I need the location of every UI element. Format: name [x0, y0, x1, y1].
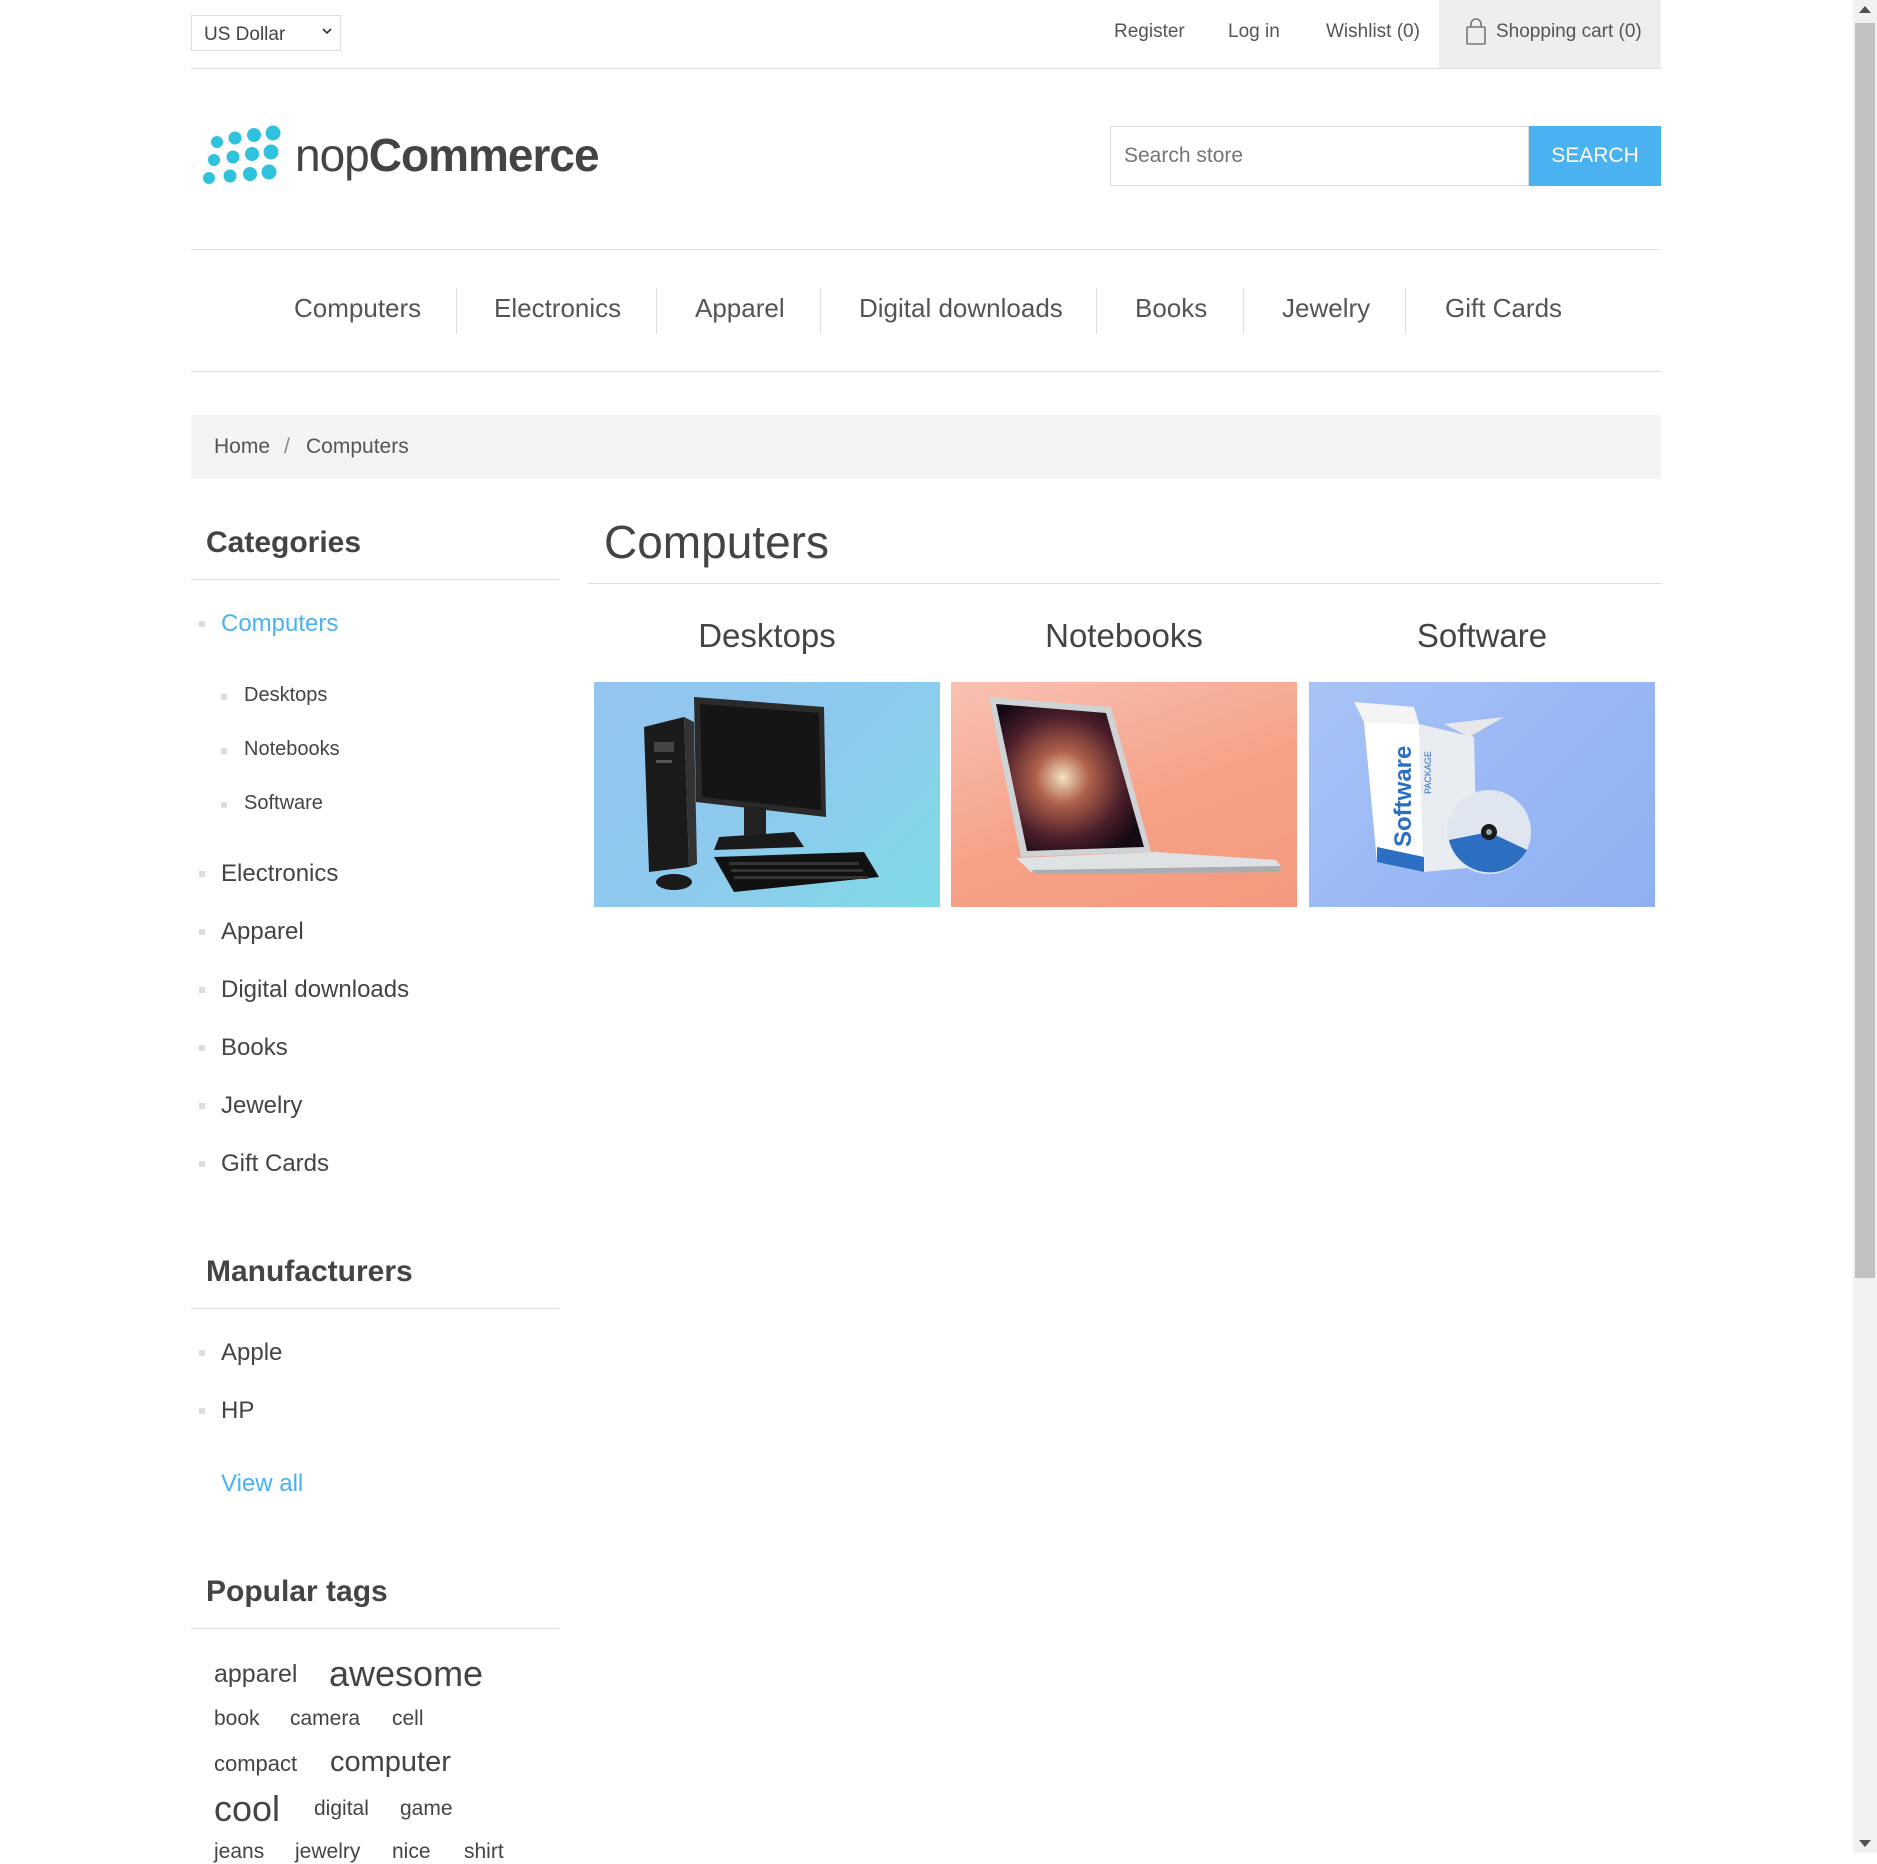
top-menu-apparel[interactable]: Apparel [695, 293, 785, 324]
top-menu-gift-cards[interactable]: Gift Cards [1445, 293, 1562, 324]
bullet [199, 1161, 205, 1167]
scroll-down-arrow-icon[interactable] [1859, 1840, 1871, 1847]
tag-jeans[interactable]: jeans [214, 1840, 264, 1864]
category-apparel[interactable]: Apparel [221, 918, 304, 946]
desktop-computer-image [644, 697, 879, 892]
tag-nice[interactable]: nice [392, 1840, 431, 1864]
popular-tags-title: Popular tags [206, 1575, 388, 1608]
tag-shirt[interactable]: shirt [464, 1840, 504, 1864]
software-box-sublabel: PACKAGE [1423, 751, 1433, 794]
bullet [199, 1045, 205, 1051]
menu-divider [456, 288, 457, 334]
register-link[interactable]: Register [1114, 21, 1185, 43]
category-gift-cards[interactable]: Gift Cards [221, 1150, 329, 1178]
subcategory-image-software[interactable]: Software PACKAGE [1309, 682, 1655, 907]
tag-cell[interactable]: cell [392, 1707, 424, 1731]
tag-apparel[interactable]: apparel [214, 1660, 297, 1689]
shopping-cart-link[interactable]: Shopping cart (0) [1439, 0, 1661, 68]
bullet [199, 1408, 205, 1414]
top-menu-electronics[interactable]: Electronics [494, 293, 621, 324]
software-box-image: Software PACKAGE [1354, 702, 1531, 874]
tag-cool[interactable]: cool [214, 1788, 280, 1830]
breadcrumb: Home / Computers [191, 415, 1661, 479]
category-digital-downloads[interactable]: Digital downloads [221, 976, 409, 1004]
vertical-scrollbar[interactable] [1853, 0, 1877, 1853]
chevron-down-icon [322, 28, 332, 35]
bullet [221, 694, 227, 700]
top-menu-digital-downloads[interactable]: Digital downloads [859, 293, 1063, 324]
bullet [199, 1350, 205, 1356]
divider [191, 1628, 559, 1629]
menu-divider [1096, 288, 1097, 334]
divider [191, 579, 559, 580]
subcategory-title-desktops[interactable]: Desktops [594, 617, 940, 655]
tag-jewelry[interactable]: jewelry [295, 1840, 360, 1864]
tag-computer[interactable]: computer [330, 1746, 451, 1779]
breadcrumb-current: Computers [306, 435, 409, 458]
manufacturers-title: Manufacturers [206, 1255, 413, 1288]
menu-divider [820, 288, 821, 334]
divider [191, 1308, 559, 1309]
bullet [199, 871, 205, 877]
bullet [221, 802, 227, 808]
category-jewelry[interactable]: Jewelry [221, 1092, 302, 1120]
top-menu-computers[interactable]: Computers [294, 293, 421, 324]
tag-game[interactable]: game [400, 1797, 453, 1821]
top-menu: Computers Electronics Apparel Digital do… [191, 249, 1661, 372]
login-link[interactable]: Log in [1228, 21, 1280, 43]
category-books[interactable]: Books [221, 1034, 288, 1062]
subcategory-image-notebooks[interactable] [951, 682, 1297, 907]
tag-camera[interactable]: camera [290, 1707, 360, 1731]
scroll-up-arrow-icon[interactable] [1859, 6, 1871, 13]
tag-book[interactable]: book [214, 1707, 260, 1731]
breadcrumb-separator: / [284, 435, 290, 458]
manufacturers-view-all-link[interactable]: View all [221, 1470, 303, 1498]
search-button[interactable]: SEARCH [1529, 126, 1661, 186]
bullet [199, 621, 205, 627]
software-box-label: Software [1390, 746, 1417, 847]
subcategory-title-software[interactable]: Software [1309, 617, 1655, 655]
currency-selector[interactable]: US Dollar [191, 15, 341, 51]
manufacturer-hp[interactable]: HP [221, 1397, 254, 1425]
menu-divider [1243, 288, 1244, 334]
categories-title: Categories [206, 526, 362, 559]
top-menu-jewelry[interactable]: Jewelry [1282, 293, 1370, 324]
tag-awesome[interactable]: awesome [329, 1653, 483, 1695]
breadcrumb-home[interactable]: Home [214, 435, 270, 459]
subcategory-title-notebooks[interactable]: Notebooks [951, 617, 1297, 655]
header-links-bar: US Dollar Register Log in Wishlist (0) S… [191, 0, 1661, 69]
subcategory-notebooks[interactable]: Notebooks [244, 738, 340, 761]
menu-divider [1405, 288, 1406, 334]
category-computers[interactable]: Computers [221, 610, 338, 638]
store-logo[interactable]: nopCommerce [195, 124, 600, 194]
bullet [199, 929, 205, 935]
bullet [199, 1103, 205, 1109]
wishlist-link[interactable]: Wishlist (0) [1326, 21, 1420, 43]
page-title: Computers [604, 516, 829, 568]
logo-dots-icon [203, 125, 281, 184]
menu-divider [656, 288, 657, 334]
notebook-laptop-image [989, 697, 1281, 874]
scrollbar-thumb[interactable] [1855, 23, 1875, 1278]
subcategory-software[interactable]: Software [244, 792, 323, 815]
shopping-bag-icon [1466, 18, 1486, 45]
currency-value: US Dollar [204, 24, 286, 45]
category-electronics[interactable]: Electronics [221, 860, 338, 888]
manufacturer-apple[interactable]: Apple [221, 1339, 282, 1367]
tag-digital[interactable]: digital [314, 1797, 369, 1821]
shopping-cart-label: Shopping cart (0) [1496, 21, 1642, 42]
bullet [221, 748, 227, 754]
title-divider [588, 583, 1661, 584]
top-menu-books[interactable]: Books [1135, 293, 1207, 324]
tag-compact[interactable]: compact [214, 1751, 297, 1777]
subcategory-desktops[interactable]: Desktops [244, 684, 327, 707]
search-input[interactable] [1110, 126, 1529, 186]
logo-text: nopCommerce [295, 129, 600, 181]
subcategory-image-desktops[interactable] [594, 682, 940, 907]
bullet [199, 987, 205, 993]
